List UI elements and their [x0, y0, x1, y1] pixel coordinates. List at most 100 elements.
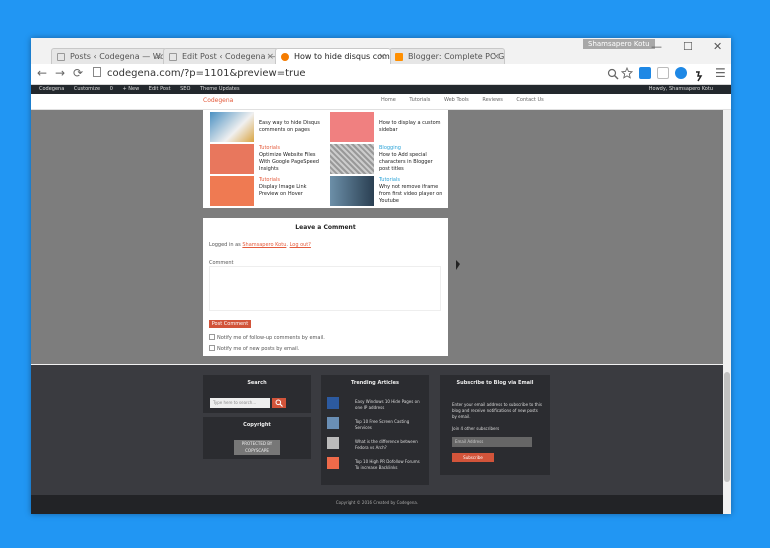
trending-item[interactable]: What is the difference between Fedora vs…	[327, 437, 422, 451]
post-thumbnail	[330, 176, 374, 206]
post-comment-button[interactable]: Post Comment	[209, 320, 251, 328]
copyright-widget: Copyright PROTECTED BY COPYSCAPE	[203, 417, 311, 459]
comment-heading: Leave a Comment	[295, 224, 356, 231]
reload-button[interactable]: ⟳	[73, 66, 83, 80]
tab-label: Blogger: Complete PC Gu	[408, 52, 505, 61]
checkbox[interactable]	[209, 345, 215, 351]
post-thumbnail	[327, 397, 339, 409]
post-thumbnail	[327, 437, 339, 449]
blogger-icon	[395, 53, 403, 61]
star-icon[interactable]	[621, 67, 633, 79]
url-text: codegena.com/?p=1101&preview=true	[107, 68, 306, 79]
close-icon[interactable]: ×	[378, 49, 386, 64]
maximize-button[interactable]: ☐	[683, 40, 693, 53]
address-toolbar: ← → ⟳ codegena.com/?p=1101&preview=true …	[31, 64, 731, 85]
adminbar-item[interactable]: 0	[110, 86, 113, 92]
post-category: Tutorials	[259, 177, 280, 183]
trending-title: Easy Windows 10 Hide Pages on one IP add…	[355, 399, 420, 410]
email-field[interactable]: Email Address	[452, 437, 532, 447]
related-post[interactable]: Blogging How to Add special characters i…	[325, 144, 445, 176]
post-title: Why not remove iframe from first video p…	[379, 184, 443, 204]
subscribe-text: Enter your email address to subscribe to…	[452, 402, 542, 432]
comment-textarea[interactable]	[209, 266, 441, 311]
close-window-button[interactable]: ✕	[713, 40, 722, 53]
post-thumbnail	[210, 176, 254, 206]
notify-posts-option[interactable]: Notify me of new posts by email.	[209, 345, 299, 352]
post-thumbnail	[327, 457, 339, 469]
notify-followup-option[interactable]: Notify me of follow-up comments by email…	[209, 334, 325, 341]
search-input[interactable]: Type here to search...	[210, 398, 270, 408]
extension-icon[interactable]	[675, 67, 687, 79]
scrollbar-thumb[interactable]	[724, 372, 730, 482]
checkbox[interactable]	[209, 334, 215, 340]
copyscape-badge[interactable]: PROTECTED BY COPYSCAPE	[234, 440, 280, 455]
logout-link[interactable]: Log out?	[290, 242, 311, 248]
minimize-button[interactable]: —	[651, 40, 662, 53]
search-button[interactable]	[272, 398, 286, 408]
post-thumbnail	[327, 417, 339, 429]
trending-item[interactable]: Top 10 Free Screen Casting Services	[327, 417, 422, 431]
trending-item[interactable]: Easy Windows 10 Hide Pages on one IP add…	[327, 397, 422, 411]
search-widget: Search Type here to search...	[203, 375, 311, 413]
search-icon[interactable]	[607, 68, 619, 80]
widget-title: Trending Articles	[351, 380, 399, 386]
nav-item[interactable]: Contact Us	[516, 97, 543, 103]
browser-window: Posts ‹ Codegena — Wor × Edit Post ‹ Cod…	[31, 38, 731, 514]
trending-widget: Trending Articles Easy Windows 10 Hide P…	[321, 375, 429, 485]
related-post[interactable]: Tutorials Display Image Link Preview on …	[205, 176, 325, 208]
related-post[interactable]: How to display a custom sidebar	[325, 112, 445, 144]
adminbar-item[interactable]: SEO	[180, 86, 190, 92]
trending-item[interactable]: Top 10 High PR Dofollow Forums To increa…	[327, 457, 422, 471]
post-category: Blogging	[379, 145, 401, 151]
close-icon[interactable]: ×	[266, 49, 274, 64]
subscribe-button[interactable]: Subscribe	[452, 453, 494, 462]
checkbox-label: Notify me of new posts by email.	[217, 346, 300, 352]
trending-title: What is the difference between Fedora vs…	[355, 439, 418, 450]
post-title: How to Add special characters in Blogger…	[379, 152, 433, 172]
post-category: Tutorials	[259, 145, 280, 151]
tab-blogger[interactable]: Blogger: Complete PC Gu ×	[389, 48, 505, 64]
post-thumbnail	[330, 112, 374, 142]
tab-edit-post[interactable]: Edit Post ‹ Codegena — W ×	[163, 48, 279, 64]
adminbar-item[interactable]: Customize	[74, 86, 100, 92]
site-logo[interactable]: Codegena	[203, 97, 233, 104]
nav-item[interactable]: Web Tools	[444, 97, 469, 103]
address-bar[interactable]: codegena.com/?p=1101&preview=true	[93, 67, 613, 81]
related-post[interactable]: Easy way to hide Disqus comments on page…	[205, 112, 325, 144]
trending-title: Top 10 High PR Dofollow Forums To increa…	[355, 459, 420, 470]
related-post[interactable]: Tutorials Optimize Website Files With Go…	[205, 144, 325, 176]
extension-icon[interactable]	[657, 67, 669, 79]
copyright-text: Copyright © 2016 Created by Codegena.	[335, 500, 419, 505]
tab-label: Posts ‹ Codegena — Wor	[70, 52, 167, 61]
post-title: Easy way to hide Disqus comments on page…	[259, 120, 320, 133]
tab-current-preview[interactable]: How to hide disqus comm ×	[275, 48, 391, 64]
nav-item[interactable]: Reviews	[482, 97, 502, 103]
menu-icon[interactable]: ☰	[715, 66, 726, 80]
adminbar-item[interactable]: Theme Updates	[200, 86, 240, 92]
nav-item[interactable]: Tutorials	[409, 97, 430, 103]
tab-posts[interactable]: Posts ‹ Codegena — Wor ×	[51, 48, 167, 64]
forward-button[interactable]: →	[55, 66, 65, 80]
howdy-user[interactable]: Howdy, Shamsapero Kotu	[649, 85, 713, 94]
search-icon	[275, 399, 283, 407]
adminbar-item[interactable]: + New	[123, 86, 140, 92]
vertical-scrollbar[interactable]	[723, 110, 731, 514]
widget-title: Subscribe to Blog via Email	[456, 380, 534, 386]
wp-admin-bar: Codegena Customize 0 + New Edit Post SEO…	[31, 85, 731, 94]
post-category: Tutorials	[379, 177, 400, 183]
extension-icon[interactable]	[693, 67, 705, 82]
profile-badge[interactable]: Shamsapero Kotu	[583, 39, 655, 49]
widget-title: Search	[247, 380, 267, 386]
back-button[interactable]: ←	[37, 66, 47, 80]
nav-item[interactable]: Home	[381, 97, 396, 103]
close-icon[interactable]: ×	[154, 49, 162, 64]
site-footer: Search Type here to search... Copyright …	[31, 365, 723, 495]
related-post[interactable]: Tutorials Why not remove iframe from fir…	[325, 176, 445, 208]
adminbar-item[interactable]: Edit Post	[149, 86, 171, 92]
close-icon[interactable]: ×	[492, 49, 500, 64]
extension-icon[interactable]	[639, 67, 651, 79]
profile-link[interactable]: Shamsapero Kotu	[242, 242, 286, 248]
page-icon	[93, 67, 101, 77]
adminbar-item[interactable]: Codegena	[39, 86, 64, 92]
logged-in-line: Logged in as Shamsapero Kotu. Log out?	[209, 242, 311, 248]
